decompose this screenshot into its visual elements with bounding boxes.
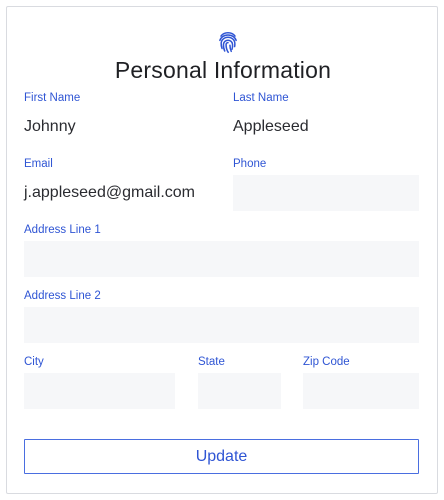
update-button[interactable]: Update <box>24 439 419 474</box>
phone-field[interactable] <box>233 175 419 211</box>
zip-code-field[interactable] <box>303 373 419 409</box>
address-line-2-label: Address Line 2 <box>24 290 101 302</box>
personal-information-card: Personal Information First Name Johnny L… <box>6 6 438 494</box>
address-line-2-field[interactable] <box>24 307 419 343</box>
last-name-label: Last Name <box>233 92 289 104</box>
first-name-value[interactable]: Johnny <box>24 118 76 136</box>
email-label: Email <box>24 158 53 170</box>
city-label: City <box>24 356 44 368</box>
fingerprint-icon <box>219 32 237 54</box>
first-name-label: First Name <box>24 92 81 104</box>
phone-label: Phone <box>233 158 267 170</box>
city-field[interactable] <box>24 373 175 409</box>
state-field[interactable] <box>198 373 281 409</box>
state-label: State <box>198 356 225 368</box>
email-value[interactable]: j.appleseed@gmail.com <box>24 184 195 202</box>
last-name-value[interactable]: Appleseed <box>233 118 309 136</box>
page-title: Personal Information <box>114 57 332 83</box>
zip-code-label: Zip Code <box>303 356 350 368</box>
address-line-1-label: Address Line 1 <box>24 224 101 236</box>
address-line-1-field[interactable] <box>24 241 419 277</box>
